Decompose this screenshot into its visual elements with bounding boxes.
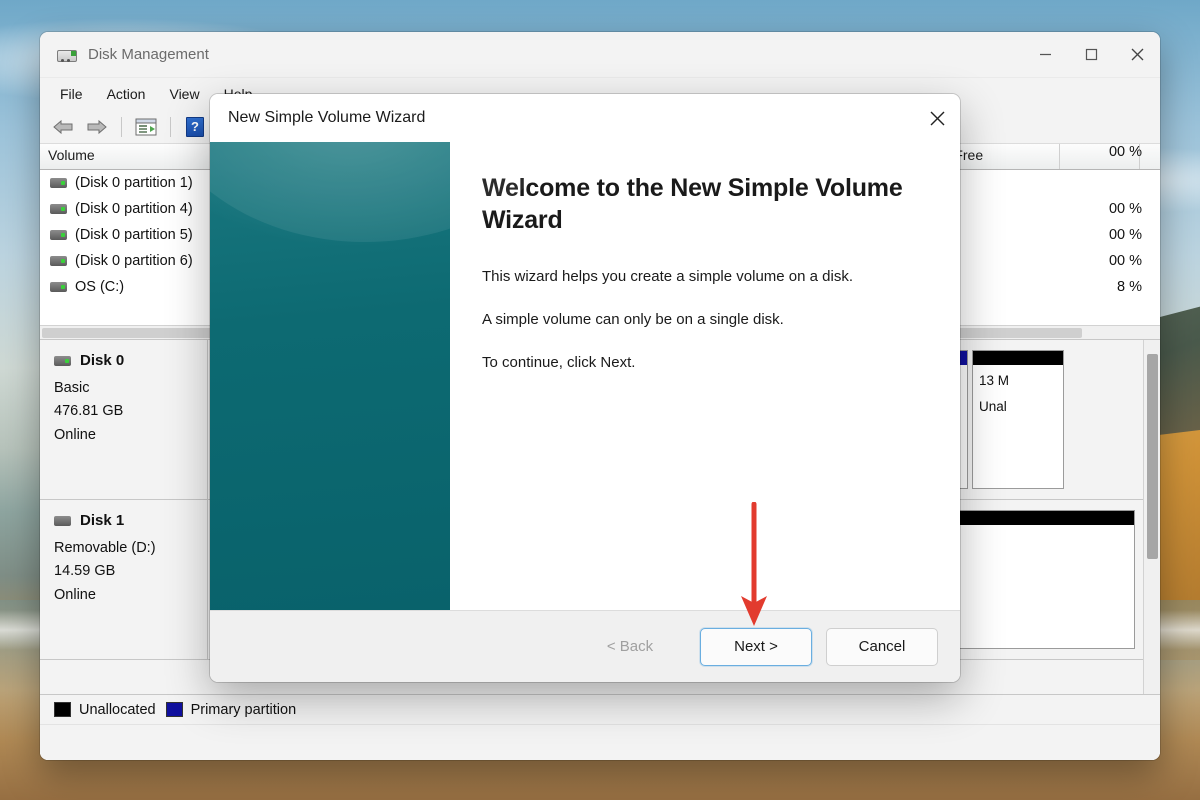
menu-file[interactable]: File (48, 82, 95, 106)
legend-item-primary-partition: Primary partition (165, 701, 297, 718)
next-button[interactable]: Next > (700, 627, 812, 666)
disk-name: Disk 1 (80, 512, 125, 529)
volume-label: (Disk 0 partition 1) (75, 175, 193, 191)
volume-label: (Disk 0 partition 6) (75, 253, 193, 269)
volume-label: (Disk 0 partition 4) (75, 201, 193, 217)
scrollbar-thumb[interactable] (1147, 354, 1158, 559)
forward-icon[interactable] (82, 113, 112, 141)
wizard-paragraph-2: A simple volume can only be on a single … (482, 311, 784, 328)
disk-status: Online (54, 586, 96, 603)
wizard-close-button[interactable] (914, 94, 960, 142)
percent-free-cell: 00 % (1108, 227, 1142, 243)
window-titlebar: Disk Management (40, 32, 1160, 78)
legend-swatch (54, 702, 71, 717)
toolbar-separator (170, 116, 171, 137)
drive-icon (54, 355, 71, 366)
disk-size: 14.59 GB (54, 563, 116, 580)
percent-free-cell: 8 % (1117, 279, 1142, 295)
disk-status: Online (54, 426, 96, 443)
legend-item-unallocated: Unallocated (54, 702, 156, 718)
disk-title: Disk 1 (54, 512, 197, 529)
wizard-content: Welcome to the New Simple Volume Wizard … (450, 142, 960, 610)
disk-type: Basic (54, 380, 90, 396)
properties-icon[interactable] (131, 113, 161, 141)
drive-icon (50, 256, 67, 266)
wizard-footer: < Back Next > Cancel (210, 610, 960, 682)
help-glyph: ? (186, 116, 204, 137)
legend-label: Primary partition (190, 701, 297, 718)
wizard-banner-image (210, 142, 580, 610)
disk-title: Disk 0 (54, 352, 197, 369)
legend: Unallocated Primary partition (40, 694, 1160, 724)
menu-view[interactable]: View (157, 82, 211, 106)
volume-label: OS (C:) (75, 279, 125, 295)
back-icon[interactable] (48, 113, 78, 141)
wizard-heading: Welcome to the New Simple Volume Wizard (482, 174, 903, 234)
disk-info-panel[interactable]: Disk 0 Basic 476.81 GB Online (40, 340, 208, 499)
status-bar (40, 724, 1160, 760)
drive-icon (50, 282, 67, 292)
minimize-button[interactable] (1022, 32, 1068, 78)
partition-bar (973, 351, 1063, 365)
percent-free-cell: 00 % (1108, 253, 1142, 269)
disk-management-icon (56, 44, 78, 66)
legend-label: Unallocated (79, 701, 156, 718)
drive-icon (54, 515, 71, 526)
wizard-body: Welcome to the New Simple Volume Wizard … (210, 142, 960, 610)
percent-free-cell: 00 % (1108, 201, 1142, 217)
red-down-arrow-annotation (741, 502, 767, 626)
wizard-paragraph-1: This wizard helps you create a simple vo… (482, 268, 854, 285)
volume-label: (Disk 0 partition 5) (75, 227, 193, 243)
maximize-button[interactable] (1068, 32, 1114, 78)
desktop-wallpaper: Disk Management File Action View Help (0, 0, 1200, 800)
disk-name: Disk 0 (80, 352, 125, 369)
wizard-titlebar: New Simple Volume Wizard (210, 94, 960, 142)
partition-status: Unal (979, 399, 1007, 415)
toolbar-separator (121, 116, 122, 137)
drive-icon (50, 178, 67, 188)
menu-action[interactable]: Action (95, 82, 158, 106)
drive-icon (50, 204, 67, 214)
disk-info-panel[interactable]: Disk 1 Removable (D:) 14.59 GB Online (40, 500, 208, 659)
cancel-button[interactable]: Cancel (826, 627, 938, 666)
back-button[interactable]: < Back (574, 627, 686, 666)
drive-icon (50, 230, 67, 240)
wizard-title: New Simple Volume Wizard (228, 109, 426, 126)
help-icon[interactable]: ? (180, 113, 210, 141)
graphical-view-scrollbar[interactable] (1143, 340, 1160, 694)
new-simple-volume-wizard-dialog: New Simple Volume Wizard Welcome to the … (210, 94, 960, 682)
legend-swatch (165, 702, 183, 717)
disk-type: Removable (D:) (54, 540, 156, 556)
disk-size: 476.81 GB (54, 403, 124, 420)
wizard-paragraph-3: To continue, click Next. (482, 354, 636, 371)
close-button[interactable] (1114, 32, 1160, 78)
partition-block[interactable]: 13 M Unal (972, 350, 1064, 489)
window-title: Disk Management (88, 46, 209, 63)
